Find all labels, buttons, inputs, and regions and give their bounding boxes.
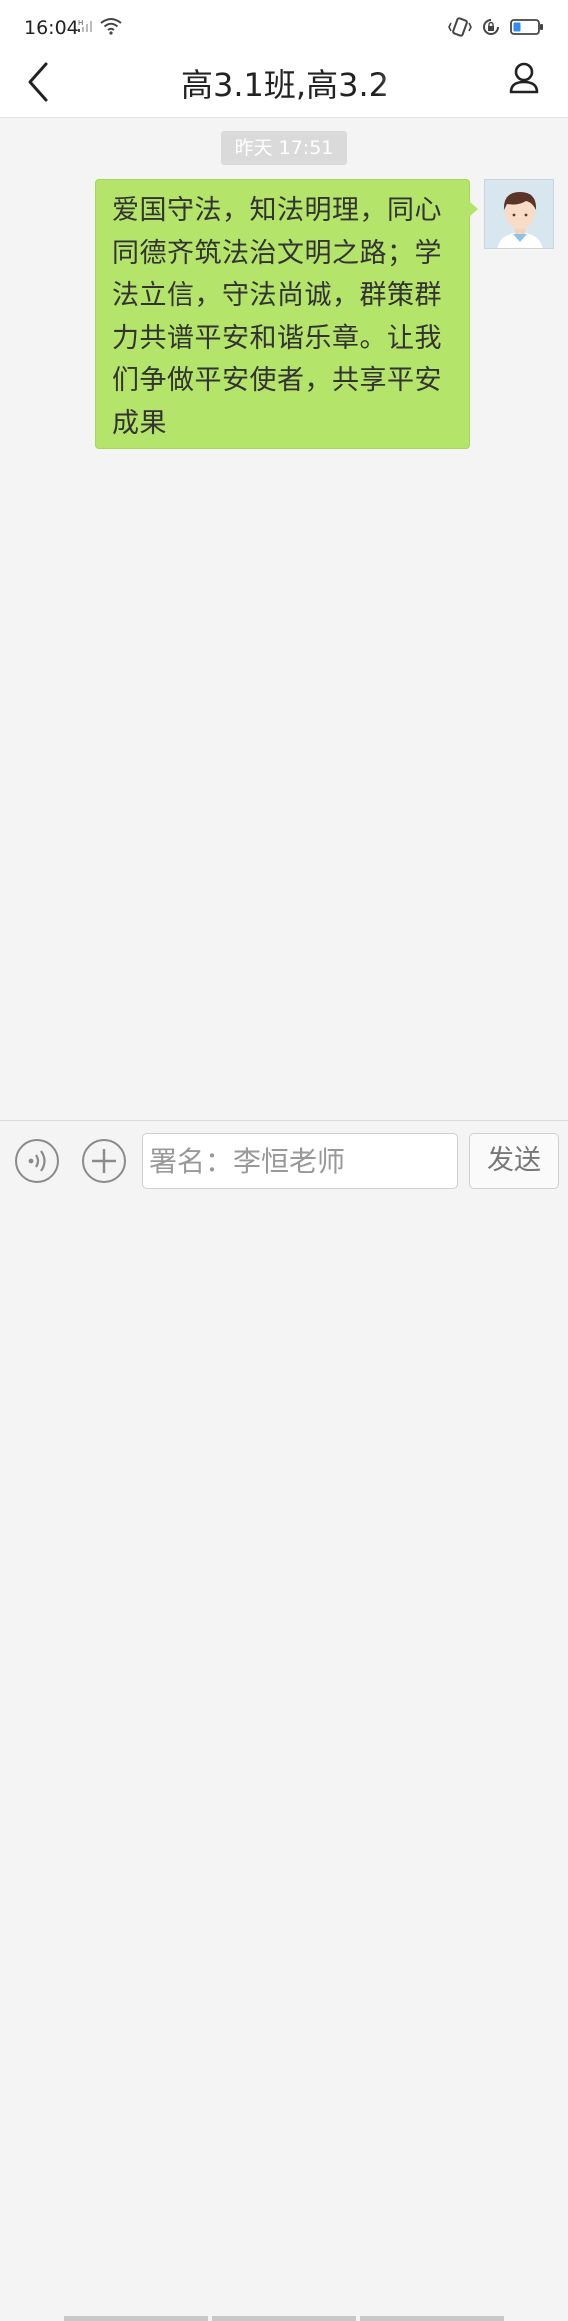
voice-icon (28, 1150, 46, 1172)
input-bar: 署名：李恒老师 发送 (0, 1120, 568, 2321)
profile-button[interactable] (500, 58, 548, 106)
net-type-label: H (78, 19, 83, 27)
system-nav-hint (64, 2316, 504, 2321)
status-time: 16:04 (24, 17, 79, 39)
person-icon (509, 62, 539, 94)
status-bar: 16:04 H (0, 0, 568, 58)
signal-icon: H (78, 19, 92, 32)
avatar-person-icon (485, 180, 553, 248)
send-button[interactable]: 发送 (469, 1133, 559, 1189)
back-button[interactable] (14, 60, 62, 108)
chat-title: 高3.1班,高3.2 (181, 66, 389, 104)
message-timestamp: 昨天 17:51 (221, 131, 347, 165)
message-list[interactable]: 昨天 17:51 爱国守法，知法明理，同心同德齐筑法治文明之路；学法立信，守法尚… (0, 118, 568, 1120)
chevron-left-icon (28, 62, 48, 102)
more-button[interactable] (82, 1139, 126, 1183)
message-input[interactable]: 署名：李恒老师 (142, 1133, 458, 1189)
bubble-tail (469, 201, 478, 217)
status-right-icons (448, 16, 544, 38)
user-avatar[interactable] (484, 179, 554, 249)
rotation-lock-icon (483, 19, 499, 35)
plus-icon (92, 1149, 116, 1173)
vibrate-icon (448, 17, 472, 37)
message-bubble[interactable]: 爱国守法，知法明理，同心同德齐筑法治文明之路；学法立信，守法尚诚，群策群力共谱平… (95, 179, 470, 449)
chat-header: 高3.1班,高3.2 (0, 58, 568, 118)
voice-button[interactable] (15, 1139, 59, 1183)
wifi-icon (100, 18, 122, 35)
battery-icon (510, 19, 543, 35)
